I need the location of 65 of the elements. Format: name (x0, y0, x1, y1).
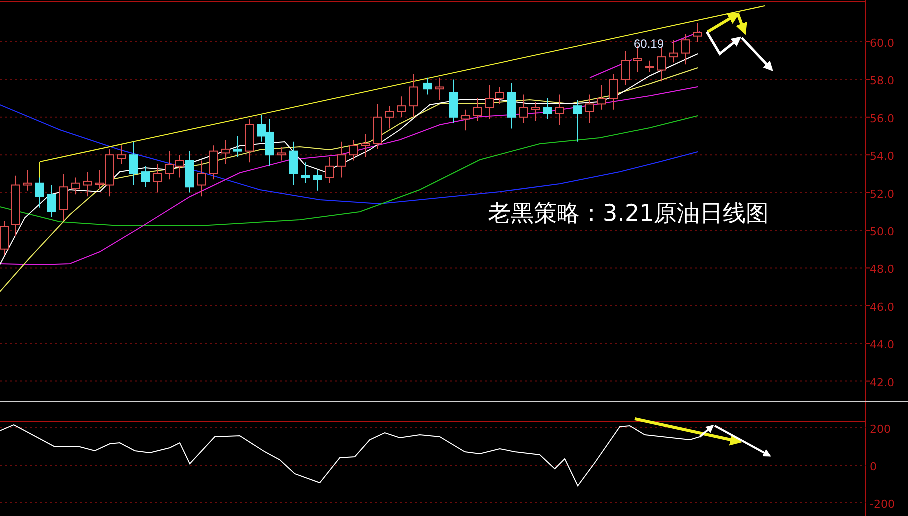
candlestick (520, 94, 528, 124)
candlestick (222, 140, 230, 166)
candlestick (682, 34, 690, 66)
chart-title: 老黑策略：3.21原油日线图 (488, 201, 770, 227)
candlestick (166, 150, 174, 180)
candlestick (118, 145, 126, 166)
candlestick (72, 177, 80, 196)
axis-label: 42.0 (870, 376, 894, 390)
candlestick (574, 100, 582, 142)
axis-label: 60.0 (870, 37, 894, 50)
axis-label: -200 (870, 498, 895, 511)
candlestick (362, 134, 370, 158)
candlestick (60, 173, 68, 222)
axis-label: 200 (870, 423, 891, 436)
axis-label: 52.0 (870, 188, 894, 201)
candlestick (646, 60, 654, 73)
candlestick (142, 166, 150, 188)
candlestick (84, 172, 92, 198)
candlestick (450, 79, 458, 124)
candlestick (474, 98, 482, 122)
candlestick (610, 74, 618, 110)
candlestick (694, 22, 702, 42)
candlestick (556, 94, 564, 126)
candlestick (36, 177, 44, 208)
candlestick (374, 104, 382, 150)
price-label: 60.19 (634, 37, 664, 51)
candlestick (586, 94, 594, 124)
candlestick (326, 156, 334, 184)
candlestick (532, 102, 540, 122)
axis-label: 46.0 (870, 300, 894, 314)
candlestick (670, 40, 678, 64)
candlestick (290, 141, 298, 186)
candlestick (508, 82, 516, 130)
candlestick (210, 145, 218, 180)
candlestick (436, 77, 444, 101)
candlestick (544, 98, 552, 120)
axis-label: 44.0 (870, 338, 894, 352)
candlestick (246, 118, 254, 164)
candlestick (12, 175, 20, 237)
candlestick (198, 160, 206, 198)
candlestick (424, 77, 432, 96)
candlestick (398, 96, 406, 118)
axis-label: 48.0 (870, 263, 894, 276)
axis-label: 0 (870, 460, 877, 474)
axis-label: 54.0 (870, 150, 894, 164)
candlestick (302, 162, 310, 184)
candlestick (410, 74, 418, 118)
candlestick (130, 141, 138, 186)
candlestick (48, 184, 56, 218)
candlestick (24, 170, 32, 192)
candlestick (314, 170, 322, 192)
candlestick (338, 141, 346, 178)
candlestick (386, 106, 394, 130)
candlestick (278, 147, 286, 162)
candlestick (658, 47, 666, 82)
axis-label: 50.0 (870, 226, 894, 238)
candlestick (598, 84, 606, 110)
candlestick (462, 109, 470, 132)
axis-label: 56.0 (870, 112, 894, 126)
candlestick (154, 164, 162, 194)
candlestick (234, 136, 242, 158)
candlestick (622, 50, 630, 86)
candlestick (350, 140, 358, 162)
arrow-drawing (741, 37, 774, 72)
axis-label: 58.0 (870, 74, 894, 88)
